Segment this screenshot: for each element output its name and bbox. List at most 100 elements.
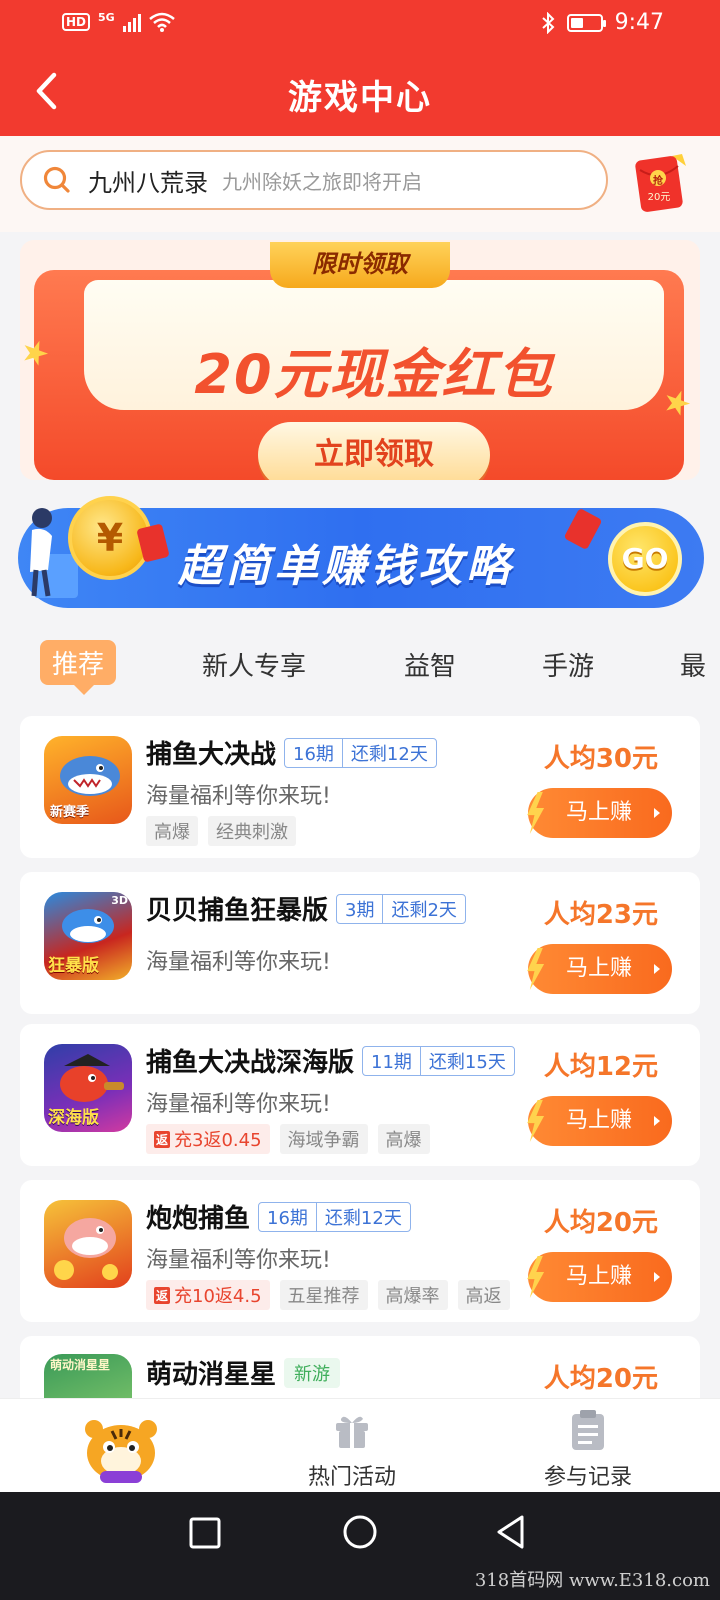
recent-apps-icon[interactable] — [188, 1516, 222, 1550]
game-card[interactable]: 炮炮捕鱼 16期 还剩12天 海量福利等你来玩! 返 充10返4.5 五星推荐 … — [20, 1180, 700, 1322]
watermark: 318首码网 www.E318.com — [474, 1570, 710, 1591]
period-number: 16期 — [293, 743, 334, 765]
earn-now-button[interactable]: 马上赚 — [527, 1252, 672, 1302]
red-packet-banner[interactable]: 20元现金红包 立即领取 限时领取 — [20, 240, 700, 480]
game-title-row: 贝贝捕鱼狂暴版 3期 还剩2天 — [146, 890, 466, 927]
arrow-right-icon — [654, 1116, 660, 1126]
days-remaining: 还剩15天 — [428, 1051, 506, 1073]
game-tag: 经典刺激 — [208, 816, 296, 846]
search-area: 九州八荒录 九州除妖之旅即将开启 抢 20元 — [0, 136, 720, 232]
hd-icon: HD — [62, 13, 91, 31]
status-bar: HD 5G 9:47 — [0, 0, 720, 52]
game-name: 捕鱼大决战深海版 — [146, 1048, 355, 1078]
period-number: 11期 — [371, 1051, 412, 1073]
clock: 9:47 — [614, 10, 664, 35]
game-title-row: 捕鱼大决战深海版 11期 还剩15天 — [146, 1042, 515, 1079]
search-placeholder: 九州除妖之旅即将开启 — [222, 169, 422, 194]
rebate-badge: 返 — [154, 1286, 171, 1304]
game-card[interactable]: 新赛季 捕鱼大决战 16期 还剩12天 海量福利等你来玩! 高爆 经典刺激 人均… — [20, 716, 700, 858]
envelope-icon — [563, 507, 603, 551]
rebate-text: 充10返4.5 — [174, 1286, 262, 1307]
nav-hot-activities[interactable]: 热门活动 — [232, 1399, 472, 1493]
earn-now-label: 马上赚 — [566, 956, 633, 981]
limited-time-tag: 限时领取 — [270, 242, 450, 288]
go-button[interactable]: GO — [608, 522, 682, 596]
earn-now-button[interactable]: 马上赚 — [527, 944, 672, 994]
game-title-row: 炮炮捕鱼 16期 还剩12天 — [146, 1198, 411, 1235]
game-icon-label: 深海版 — [48, 1108, 99, 1128]
period-badge: 11期 还剩15天 — [362, 1045, 515, 1076]
game-card[interactable]: 3D 狂暴版 贝贝捕鱼狂暴版 3期 还剩2天 海量福利等你来玩! 人均23元 马… — [20, 872, 700, 1014]
tiger-mascot-icon — [85, 1420, 157, 1483]
earn-now-label: 马上赚 — [566, 1264, 633, 1289]
nav-home[interactable] — [0, 1399, 240, 1493]
nav-records[interactable]: 参与记录 — [468, 1399, 708, 1493]
tab-puzzle[interactable]: 益智 — [404, 646, 456, 683]
search-input[interactable]: 九州八荒录 九州除妖之旅即将开启 — [20, 150, 608, 210]
tab-mobile[interactable]: 手游 — [542, 646, 594, 683]
back-triangle-icon[interactable] — [494, 1514, 528, 1550]
game-tag: 高爆 — [146, 816, 198, 846]
red-packet-char: 抢 — [653, 176, 663, 187]
game-title-row: 捕鱼大决战 16期 还剩12天 — [146, 734, 437, 771]
category-tabs: 推荐 新人专享 益智 手游 最 — [0, 636, 720, 698]
tab-newcomer[interactable]: 新人专享 — [202, 646, 306, 683]
days-remaining: 还剩12天 — [350, 743, 428, 765]
period-badge: 3期 还剩2天 — [336, 893, 466, 924]
game-desc: 海量福利等你来玩! — [146, 784, 331, 809]
lightning-icon — [527, 1100, 545, 1142]
game-desc: 海量福利等你来玩! — [146, 1248, 331, 1273]
red-packet-button[interactable]: 抢 20元 — [628, 152, 690, 214]
arrow-right-icon — [654, 808, 660, 818]
gift-icon — [336, 1416, 368, 1448]
earn-now-label: 马上赚 — [566, 800, 633, 825]
lightning-icon — [527, 948, 545, 990]
lightning-icon — [527, 1256, 545, 1298]
rebate-tag: 返 充10返4.5 — [146, 1280, 270, 1310]
game-icon: 新赛季 — [44, 736, 132, 824]
game-card[interactable]: 深海版 捕鱼大决战深海版 11期 还剩15天 海量福利等你来玩! 返 充3返0.… — [20, 1024, 700, 1166]
earn-guide-title: 超简单赚钱攻略 — [178, 541, 514, 592]
earn-guide-banner[interactable]: ¥ 超简单赚钱攻略 GO — [18, 496, 704, 608]
red-packet-label: 20元 — [647, 192, 671, 203]
tab-latest[interactable]: 最 — [680, 646, 706, 683]
claim-button[interactable]: 立即领取 — [258, 422, 490, 480]
nav-records-label: 参与记录 — [543, 1465, 632, 1490]
lightning-icon — [527, 792, 545, 834]
arrow-right-icon — [654, 964, 660, 974]
earn-now-button[interactable]: 马上赚 — [527, 1096, 672, 1146]
game-icon-label: 新赛季 — [50, 805, 90, 820]
network-label: 5G — [98, 10, 115, 24]
status-left: HD 5G — [62, 10, 175, 32]
game-desc: 海量福利等你来玩! — [146, 1092, 331, 1117]
game-tag: 高爆率 — [377, 1280, 448, 1310]
system-nav-bar: 318首码网 www.E318.com — [0, 1492, 720, 1600]
game-desc: 海量福利等你来玩! — [146, 950, 331, 975]
game-tag: 高爆 — [377, 1124, 430, 1154]
rebate-badge: 返 — [154, 1130, 171, 1148]
game-icon-label: 狂暴版 — [48, 956, 99, 976]
reward-amount: 人均20元 — [543, 1364, 658, 1394]
search-keyword: 九州八荒录 — [88, 168, 208, 197]
game-name: 炮炮捕鱼 — [146, 1204, 251, 1234]
bluetooth-icon — [541, 11, 555, 34]
period-badge: 16期 还剩12天 — [284, 737, 437, 768]
days-remaining: 还剩12天 — [324, 1207, 402, 1229]
period-badge: 16期 还剩12天 — [258, 1201, 411, 1232]
cannon-fish-icon — [54, 1218, 118, 1280]
home-icon[interactable] — [342, 1514, 378, 1550]
reward-amount: 人均12元 — [543, 1052, 658, 1082]
reward-amount: 人均30元 — [543, 744, 658, 774]
game-tag: 五星推荐 — [279, 1280, 368, 1310]
game-icon: 深海版 — [44, 1044, 132, 1132]
game-tags: 高爆 经典刺激 — [146, 816, 296, 846]
game-icon: 3D 狂暴版 — [44, 892, 132, 980]
rebate-tag: 返 充3返0.45 — [146, 1124, 270, 1154]
arrow-right-icon — [654, 1272, 660, 1282]
tab-recommend[interactable]: 推荐 — [40, 640, 117, 695]
game-icon-label: 萌动消星星 — [50, 1358, 111, 1372]
reward-amount: 人均20元 — [543, 1208, 658, 1238]
earn-now-button[interactable]: 马上赚 — [527, 788, 672, 838]
game-tags: 返 充3返0.45 海域争霸 高爆 — [146, 1124, 430, 1154]
game-tag: 海域争霸 — [279, 1124, 368, 1154]
